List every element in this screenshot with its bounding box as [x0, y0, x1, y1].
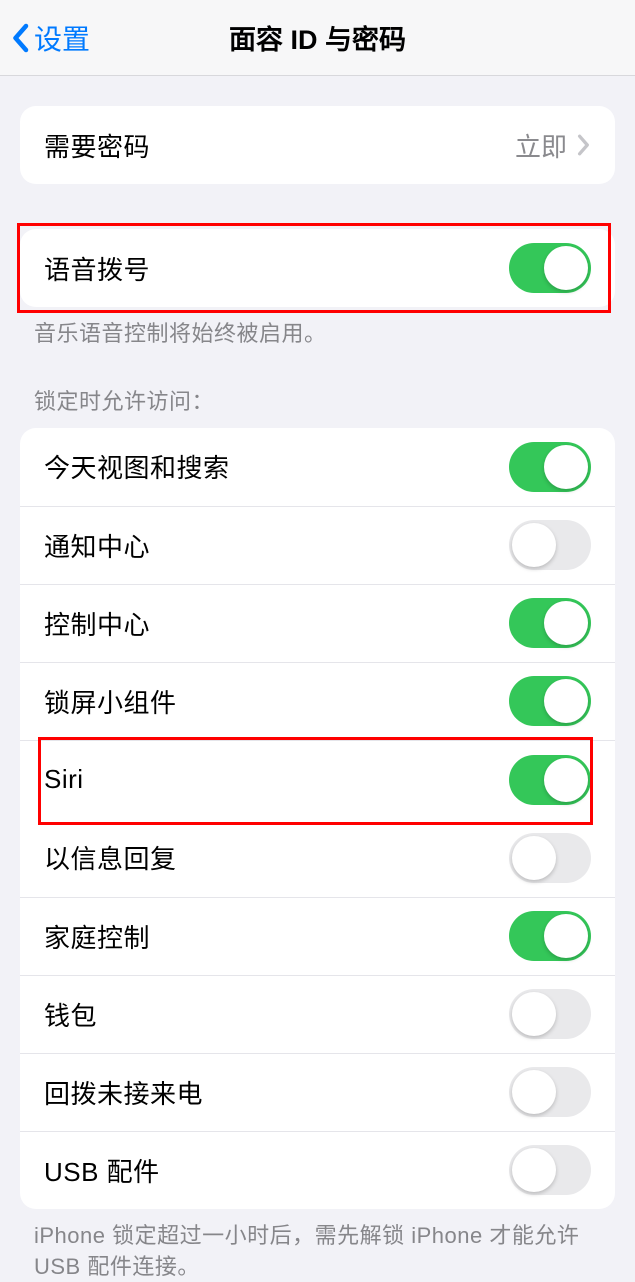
row-value: 立即	[515, 127, 567, 164]
nav-bar: 设置 面容 ID 与密码	[0, 0, 635, 76]
chevron-left-icon	[10, 23, 30, 53]
row-label: 钱包	[44, 996, 97, 1033]
row-label: 回拨未接来电	[44, 1074, 203, 1111]
toggle-lockscreen-widgets[interactable]	[509, 676, 591, 726]
toggle-voice-dial[interactable]	[509, 243, 591, 293]
row-label: 语音拨号	[44, 250, 150, 287]
row-today-view: 今天视图和搜索	[20, 428, 615, 506]
row-usb-accessories: USB 配件	[20, 1131, 615, 1209]
row-require-passcode[interactable]: 需要密码 立即	[20, 106, 615, 184]
row-label: 锁屏小组件	[44, 683, 177, 720]
row-control-center: 控制中心	[20, 584, 615, 662]
row-label: 家庭控制	[44, 918, 150, 955]
footer-lock-access: iPhone 锁定超过一小时后，需先解锁 iPhone 才能允许 USB 配件连…	[34, 1221, 601, 1282]
toggle-reply-with-message[interactable]	[509, 833, 591, 883]
group-voice-dial: 语音拨号	[20, 229, 615, 307]
row-home-control: 家庭控制	[20, 897, 615, 975]
toggle-control-center[interactable]	[509, 598, 591, 648]
toggle-siri[interactable]	[509, 755, 591, 805]
row-label: USB 配件	[44, 1152, 160, 1189]
row-label: 需要密码	[44, 127, 150, 164]
group-passcode: 需要密码 立即	[20, 106, 615, 184]
row-label: 通知中心	[44, 527, 150, 564]
toggle-notification-center[interactable]	[509, 520, 591, 570]
row-label: 以信息回复	[44, 839, 177, 876]
footer-voice-dial: 音乐语音控制将始终被启用。	[34, 319, 601, 350]
toggle-today-view[interactable]	[509, 442, 591, 492]
back-button[interactable]: 设置	[10, 18, 90, 58]
page-title: 面容 ID 与密码	[229, 18, 406, 57]
toggle-usb-accessories[interactable]	[509, 1145, 591, 1195]
row-siri: Siri	[20, 741, 615, 819]
row-return-missed-calls: 回拨未接来电	[20, 1053, 615, 1131]
row-label: 控制中心	[44, 605, 150, 642]
row-voice-dial: 语音拨号	[20, 229, 615, 307]
row-label: 今天视图和搜索	[44, 448, 230, 485]
section-header-lock-access: 锁定时允许访问：	[34, 384, 601, 416]
toggle-home-control[interactable]	[509, 911, 591, 961]
toggle-return-missed-calls[interactable]	[509, 1067, 591, 1117]
row-wallet: 钱包	[20, 975, 615, 1053]
row-lockscreen-widgets: 锁屏小组件	[20, 662, 615, 740]
group-lock-access: 今天视图和搜索通知中心控制中心锁屏小组件 Siri 以信息回复家庭控制钱包回拨未接来…	[20, 428, 615, 1209]
toggle-wallet[interactable]	[509, 989, 591, 1039]
row-notification-center: 通知中心	[20, 506, 615, 584]
row-label: Siri	[44, 764, 84, 795]
back-label: 设置	[34, 18, 90, 58]
row-reply-with-message: 以信息回复	[20, 819, 615, 897]
chevron-right-icon	[577, 134, 591, 156]
